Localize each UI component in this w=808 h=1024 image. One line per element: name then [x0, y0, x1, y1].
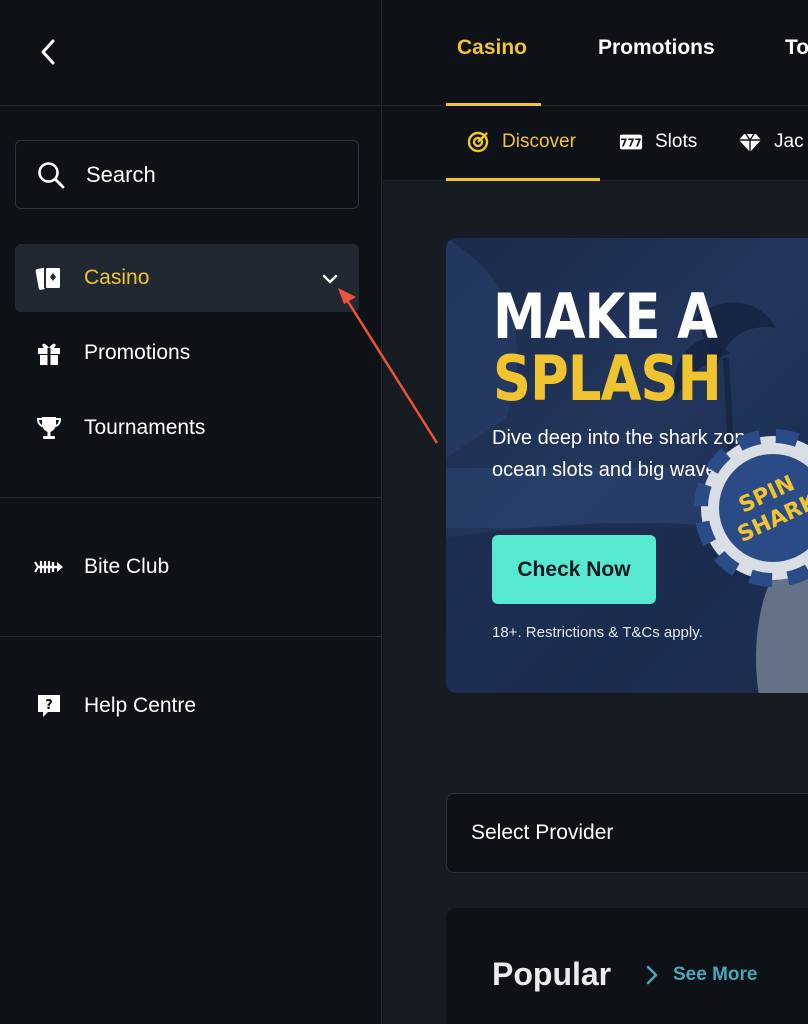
tab-casino[interactable]: Casino [457, 36, 527, 60]
check-now-button[interactable]: Check Now [492, 535, 656, 604]
sidebar-header [0, 0, 381, 106]
popular-section: Popular See More [446, 908, 808, 1024]
chevron-left-icon [41, 39, 55, 65]
subtab-discover[interactable]: Discover [466, 130, 576, 154]
slots-icon: 777 [619, 134, 643, 150]
sidebar-divider [0, 636, 382, 637]
target-icon [467, 131, 489, 153]
sidebar-item-label: Casino [84, 266, 150, 289]
banner-title-line2: SPLASH [493, 342, 722, 415]
sidebar-item-promotions[interactable]: Promotions [15, 319, 359, 387]
chevron-down-icon[interactable] [319, 268, 341, 290]
chevron-right-icon [646, 965, 658, 985]
back-button[interactable] [28, 32, 68, 72]
popular-title: Popular [492, 956, 612, 992]
sidebar-item-bite-club[interactable]: Bite Club [15, 533, 359, 601]
see-more-label: See More [673, 964, 758, 985]
svg-text:?: ? [45, 698, 53, 713]
search-input[interactable]: Search [15, 140, 359, 209]
select-provider-dropdown[interactable]: Select Provider [446, 793, 808, 873]
casino-cards-icon [34, 263, 64, 293]
subtab-label: Slots [655, 131, 698, 152]
top-navigation: Casino Promotions To [383, 0, 808, 106]
sidebar-item-tournaments[interactable]: Tournaments [15, 394, 359, 462]
sidebar-item-label: Promotions [84, 341, 191, 364]
tab-promotions[interactable]: Promotions [598, 36, 715, 60]
search-icon [38, 161, 65, 188]
fishbone-icon [34, 552, 64, 582]
sidebar-item-label: Tournaments [84, 416, 206, 439]
help-bubble-icon: ? [34, 691, 64, 721]
gift-icon [34, 338, 64, 368]
subtab-label: Discover [502, 131, 576, 152]
tab-tournaments[interactable]: To [785, 36, 808, 60]
spin-shark-chip-logo: SPIN SHARK [694, 429, 808, 587]
sidebar-item-casino[interactable]: Casino [15, 244, 359, 312]
sidebar-divider [0, 497, 382, 498]
select-provider-label: Select Provider [471, 821, 614, 844]
subtab-jackpots[interactable]: Jac [738, 130, 804, 154]
promo-banner[interactable]: MAKE A SPLASH Dive deep into the shark z… [446, 238, 808, 693]
sidebar-item-label: Bite Club [84, 555, 170, 578]
sub-navigation: Discover 777 Slots Jac [383, 106, 808, 181]
trophy-icon [34, 413, 64, 443]
see-more-link[interactable]: See More [643, 963, 757, 987]
svg-text:777: 777 [620, 139, 641, 150]
subtab-label: Jac [774, 131, 804, 152]
main-content: Casino Promotions To Discover 777 Slots [383, 0, 808, 1024]
search-placeholder: Search [86, 161, 156, 187]
subtab-slots[interactable]: 777 Slots [619, 130, 697, 154]
banner-legal-text: 18+. Restrictions & T&Cs apply. [492, 624, 703, 641]
diamond-icon [739, 133, 761, 152]
sidebar-item-label: Help Centre [84, 694, 197, 717]
sidebar: Search Casino Promotions Tournaments Bit… [0, 0, 382, 1024]
sidebar-item-help-centre[interactable]: ? Help Centre [15, 672, 359, 740]
